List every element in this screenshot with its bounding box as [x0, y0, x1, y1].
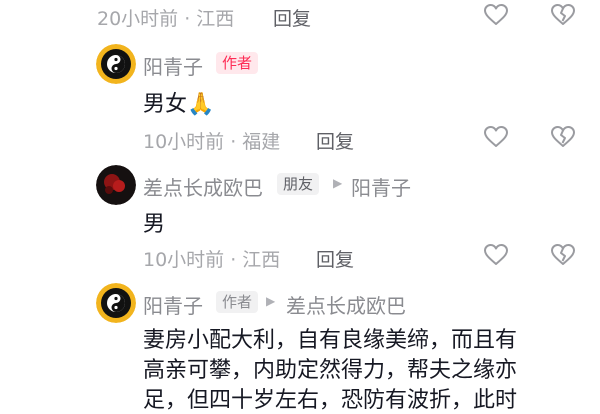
- comment-2-text: 男: [143, 212, 166, 237]
- comment-1-username[interactable]: 阳青子: [143, 51, 203, 80]
- comment-0-reply-button[interactable]: 回复: [273, 4, 311, 31]
- broken-heart-icon[interactable]: [550, 3, 576, 27]
- praying-hands-emoji: 🙏: [187, 92, 215, 117]
- comment-1-text: 男女🙏: [143, 86, 214, 118]
- heart-outline-icon[interactable]: [483, 125, 509, 149]
- play-triangle-icon: ▶: [333, 176, 343, 190]
- comment-2-reply-button[interactable]: 回复: [316, 245, 354, 272]
- friend-tag: 朋友: [277, 173, 320, 195]
- comment-3-username[interactable]: 阳青子: [143, 290, 203, 319]
- comment-2-meta: 10小时前 · 江西: [143, 249, 281, 271]
- author-tag: 作者: [216, 291, 259, 313]
- broken-heart-icon[interactable]: [550, 243, 576, 267]
- comment-2-reply-to[interactable]: 阳青子: [351, 172, 411, 201]
- comment-3-text-line-3: 足，但四十岁左右，恐防有波折，此时: [143, 388, 518, 413]
- broken-heart-icon[interactable]: [550, 125, 576, 149]
- heart-outline-icon[interactable]: [483, 3, 509, 27]
- comment-1-reply-button[interactable]: 回复: [316, 127, 354, 154]
- comment-3-text-line-2: 高亲可攀，内助定然得力，帮夫之缘亦: [143, 358, 518, 383]
- avatar-yangqingzi[interactable]: [96, 283, 136, 323]
- comment-0-meta: 20小时前 · 江西: [97, 8, 235, 30]
- comment-1-text-content: 男女: [143, 92, 188, 117]
- avatar-chadianzhangchengouba[interactable]: [96, 165, 136, 205]
- author-tag: 作者: [216, 52, 259, 74]
- comment-2-username[interactable]: 差点长成欧巴: [143, 172, 263, 201]
- play-triangle-icon: ▶: [266, 294, 276, 308]
- comment-3-text-line-1: 妻房小配大利，自有良缘美缔，而且有: [143, 328, 518, 353]
- heart-outline-icon[interactable]: [483, 243, 509, 267]
- avatar-yangqingzi[interactable]: [96, 44, 136, 84]
- comment-1-meta: 10小时前 · 福建: [143, 131, 281, 153]
- comment-3-reply-to[interactable]: 差点长成欧巴: [286, 290, 406, 319]
